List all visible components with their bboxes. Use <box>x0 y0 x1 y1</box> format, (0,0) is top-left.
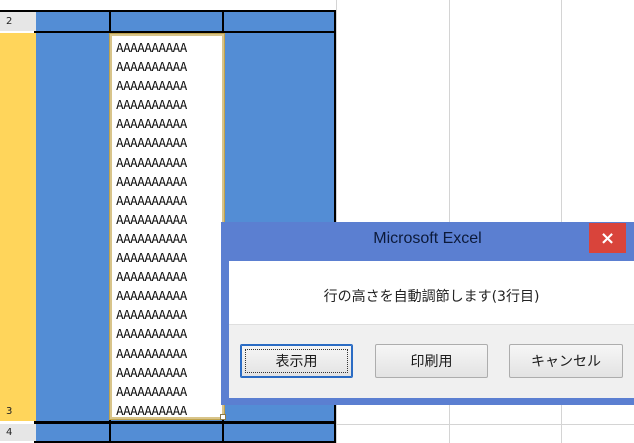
print-button[interactable]: 印刷用 <box>375 344 488 378</box>
close-button[interactable]: × <box>589 223 626 253</box>
fill-handle[interactable] <box>220 414 226 420</box>
dialog-title: Microsoft Excel <box>373 230 482 247</box>
cancel-button-label: キャンセル <box>531 354 601 370</box>
print-button-label: 印刷用 <box>410 354 453 370</box>
cancel-button[interactable]: キャンセル <box>509 344 623 378</box>
close-icon: × <box>599 227 616 249</box>
cell-text: AAAAAAAAAA AAAAAAAAAA AAAAAAAAAA AAAAAAA… <box>116 40 187 418</box>
row-2-fill <box>36 12 336 31</box>
dialog-message: 行の高さを自動調節します(3行目) <box>323 289 540 305</box>
display-button[interactable]: 表示用 <box>240 344 353 378</box>
row-header-label: 3 <box>6 406 13 417</box>
row-header-label: 4 <box>6 427 13 438</box>
selected-cell[interactable]: AAAAAAAAAA AAAAAAAAAA AAAAAAAAAA AAAAAAA… <box>109 33 225 420</box>
row-header-4[interactable]: 4 <box>0 424 36 441</box>
row-header-label: 2 <box>6 16 13 27</box>
row-header-3[interactable]: 3 <box>0 33 36 421</box>
message-dialog: Microsoft Excel × 行の高さを自動調節します(3行目) 表示用 … <box>221 222 634 405</box>
focus-rectangle <box>245 349 348 373</box>
row-border <box>0 10 336 12</box>
dialog-button-bar: 表示用 印刷用 キャンセル <box>229 324 634 398</box>
row-border <box>36 31 336 33</box>
row-header-2[interactable]: 2 <box>0 12 36 31</box>
dialog-body: 行の高さを自動調節します(3行目) 表示用 印刷用 キャンセル <box>229 261 634 398</box>
row-border <box>36 421 336 424</box>
